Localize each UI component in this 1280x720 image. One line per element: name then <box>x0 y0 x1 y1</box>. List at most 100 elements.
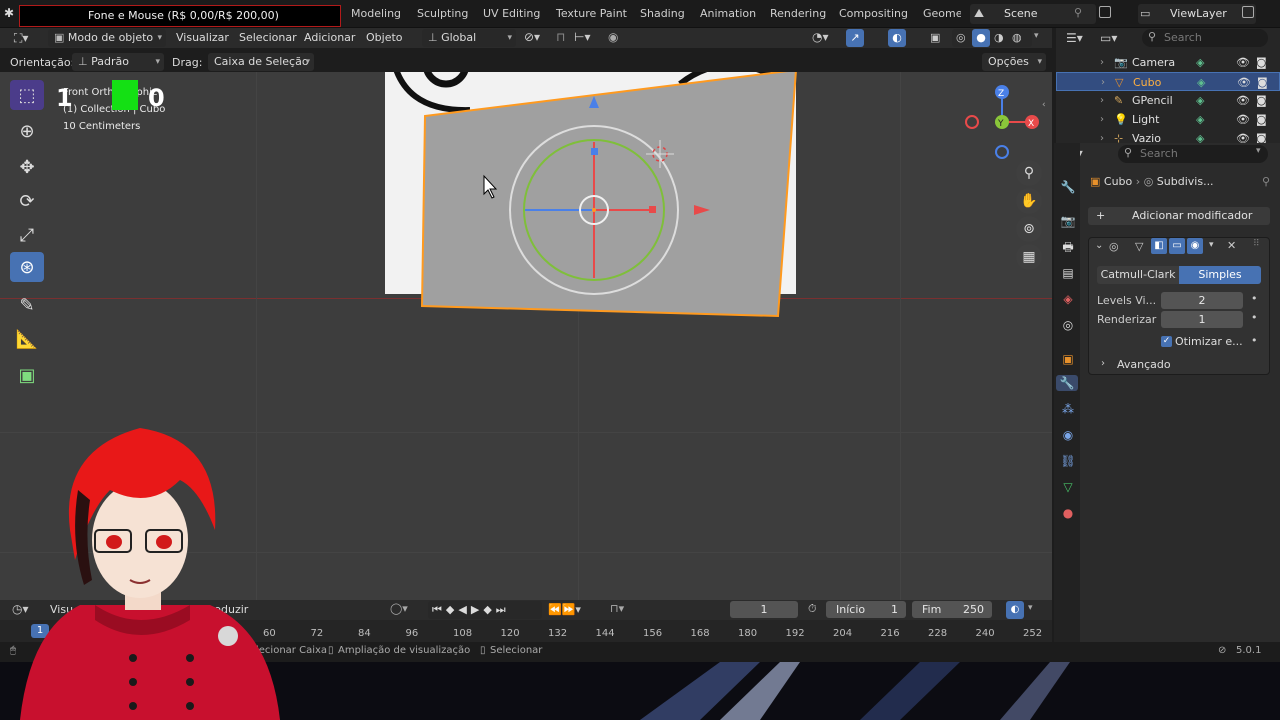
material-shading-icon[interactable]: ◑ <box>994 31 1004 44</box>
catmull-clark-tab[interactable]: Catmull-Clark <box>1097 266 1179 284</box>
tab-modeling[interactable]: Modeling <box>351 7 401 20</box>
gizmo-toggle-icon[interactable]: ↗ <box>846 29 864 47</box>
current-frame-field[interactable]: 1 <box>730 601 798 618</box>
chevron-down-icon[interactable]: ▾ <box>1209 240 1214 250</box>
object-tab-icon[interactable]: ▣ <box>1060 351 1076 367</box>
tab-compositing[interactable]: Compositing <box>839 7 908 20</box>
pin-icon[interactable]: ⚲ <box>1074 6 1082 19</box>
drag-handle-icon[interactable]: ⠿ <box>1253 239 1260 249</box>
simple-tab[interactable]: Simples <box>1179 266 1261 284</box>
close-icon[interactable]: ✕ <box>1227 239 1236 252</box>
expand-chevron-icon[interactable]: › <box>1100 53 1104 72</box>
pan-hand-icon[interactable]: ✋ <box>1016 188 1042 214</box>
snap-icon[interactable]: ⊓ <box>556 30 565 44</box>
levels-viewport-field[interactable]: 2 <box>1161 292 1243 309</box>
visibility-eye-icon[interactable]: 👁 <box>1236 110 1250 129</box>
render-toggle-icon[interactable]: ◉ <box>1187 238 1203 254</box>
wireframe-shading-icon[interactable]: ◎ <box>956 31 966 44</box>
pivot-icon[interactable]: ⊘▾ <box>524 30 540 44</box>
expand-chevron-icon[interactable]: › <box>1101 358 1105 369</box>
rendered-shading-icon[interactable]: ◍ <box>1012 31 1022 44</box>
jump-start-icon[interactable]: ⏮ <box>432 603 446 616</box>
keyframe-dot-icon[interactable]: • <box>1251 334 1258 347</box>
sidebar-toggle-icon[interactable]: ‹ <box>1042 100 1046 110</box>
measure-tool-icon[interactable]: 📐 <box>10 324 44 354</box>
editor-type-icon[interactable]: ⛶▾ <box>14 31 28 46</box>
cursor-tool-icon[interactable]: ⊕ <box>10 116 44 146</box>
outliner-item-light[interactable]: › 💡 Light ◈ 👁 ◙ <box>1056 110 1280 129</box>
next-key-icon[interactable]: ◆ <box>483 603 495 616</box>
add-cube-tool-icon[interactable]: ▣ <box>10 360 44 390</box>
visibility-eye-icon[interactable]: 👁 <box>1237 73 1251 92</box>
new-scene-icon[interactable] <box>1099 6 1111 18</box>
world-tab-icon[interactable]: ◎ <box>1060 317 1076 333</box>
add-modifier-button[interactable]: + Adicionar modificador <box>1088 207 1270 225</box>
modifier-tab-icon[interactable]: 🔧 <box>1056 375 1078 391</box>
move-tool-icon[interactable]: ✥ <box>10 152 44 182</box>
overlays-toggle-icon[interactable]: ◐ <box>888 29 906 47</box>
transform-tool-icon[interactable]: ⊛ <box>10 252 44 282</box>
timeline-view-icon[interactable]: ◐ <box>1006 601 1024 619</box>
tab-shading[interactable]: Shading <box>640 7 685 20</box>
tool-tab-icon[interactable]: 🔧 <box>1060 179 1076 195</box>
tab-rendering[interactable]: Rendering <box>770 7 826 20</box>
view-layer-selector[interactable]: ▭ ViewLayer <box>1138 4 1256 24</box>
xray-icon[interactable]: ▣ <box>930 31 940 44</box>
output-tab-icon[interactable]: 🖶 <box>1060 239 1076 255</box>
outliner-type-icon[interactable]: ☰▾ <box>1066 31 1083 45</box>
tab-geometry[interactable]: Geome <box>923 7 961 20</box>
outliner-item-gpencil[interactable]: › ✎ GPencil ◈ 👁 ◙ <box>1056 91 1280 110</box>
edit-mode-toggle-icon[interactable]: ◧ <box>1151 238 1167 254</box>
particles-tab-icon[interactable]: ⁂ <box>1060 401 1076 417</box>
on-cage-icon[interactable]: ▽ <box>1135 240 1143 253</box>
outliner-item-camera[interactable]: › 📷 Camera ◈ 👁 ◙ <box>1056 53 1280 72</box>
menu-select[interactable]: Selecionar <box>239 31 297 44</box>
menu-object[interactable]: Objeto <box>366 31 403 44</box>
visibility-eye-icon[interactable]: 👁 <box>1236 91 1250 110</box>
mode-dropdown[interactable]: ▣ Modo de objeto ▾ <box>48 29 166 47</box>
blender-logo-icon[interactable]: ✱ <box>4 6 14 20</box>
play-reverse-icon[interactable]: ◀ <box>458 603 470 616</box>
constraints-tab-icon[interactable]: ⛓ <box>1060 453 1076 469</box>
expand-chevron-icon[interactable]: › <box>1100 110 1104 129</box>
menu-view[interactable]: Visualizar <box>176 31 229 44</box>
drag-dropdown[interactable]: Caixa de Seleção ▾ <box>208 53 314 71</box>
rotate-tool-icon[interactable]: ⟳ <box>10 186 44 216</box>
visibility-icon[interactable]: ◔▾ <box>812 30 829 44</box>
annotate-tool-icon[interactable]: ✎ <box>10 290 44 320</box>
shading-options-icon[interactable]: ▾ <box>1034 31 1039 41</box>
proportional-edit-icon[interactable]: ◉ <box>608 30 618 44</box>
snap-target-icon[interactable]: ⊢▾ <box>574 30 590 44</box>
ortho-grid-icon[interactable]: ▦ <box>1016 244 1042 270</box>
render-camera-icon[interactable]: ◙ <box>1256 53 1267 72</box>
render-camera-icon[interactable]: ◙ <box>1256 110 1267 129</box>
outliner-search-input[interactable]: ⚲ Search <box>1142 29 1268 47</box>
stopwatch-icon[interactable]: ⏱ <box>808 602 817 616</box>
realtime-toggle-icon[interactable]: ▭ <box>1169 238 1185 254</box>
scale-handle-z[interactable] <box>591 148 598 155</box>
advanced-label[interactable]: Avançado <box>1117 358 1171 371</box>
material-tab-icon[interactable]: ● <box>1060 505 1076 521</box>
play-icon[interactable]: ▶ <box>471 603 483 616</box>
render-camera-icon[interactable]: ◙ <box>1256 91 1267 110</box>
end-frame-field[interactable]: Fim 250 <box>912 601 992 618</box>
data-tab-icon[interactable]: ▽ <box>1060 479 1076 495</box>
menu-add[interactable]: Adicionar <box>304 31 355 44</box>
display-mode-icon[interactable]: ▭▾ <box>1100 31 1117 45</box>
keyframe-nav-icon[interactable]: ⏪⏩▾ <box>548 603 581 616</box>
properties-search-input[interactable]: ⚲ Search <box>1118 145 1268 163</box>
view-layer-tab-icon[interactable]: ▤ <box>1060 265 1076 281</box>
prev-key-icon[interactable]: ◆ <box>446 603 458 616</box>
snap-timeline-icon[interactable]: ⊓▾ <box>610 602 624 615</box>
scale-handle-x[interactable] <box>649 206 656 213</box>
tab-texture-paint[interactable]: Texture Paint <box>556 7 627 20</box>
physics-tab-icon[interactable]: ◉ <box>1060 427 1076 443</box>
scale-tool-icon[interactable]: ⤢ <box>10 220 44 250</box>
tab-sculpting[interactable]: Sculpting <box>417 7 468 20</box>
keyframe-dot-icon[interactable]: • <box>1251 311 1258 324</box>
tab-animation[interactable]: Animation <box>700 7 756 20</box>
render-tab-icon[interactable]: 📷 <box>1060 213 1076 229</box>
collapse-chevron-icon[interactable]: ⌄ <box>1095 240 1103 251</box>
select-tool-icon[interactable]: ⬚ <box>10 80 44 110</box>
scene-tab-icon[interactable]: ◈ <box>1060 291 1076 307</box>
